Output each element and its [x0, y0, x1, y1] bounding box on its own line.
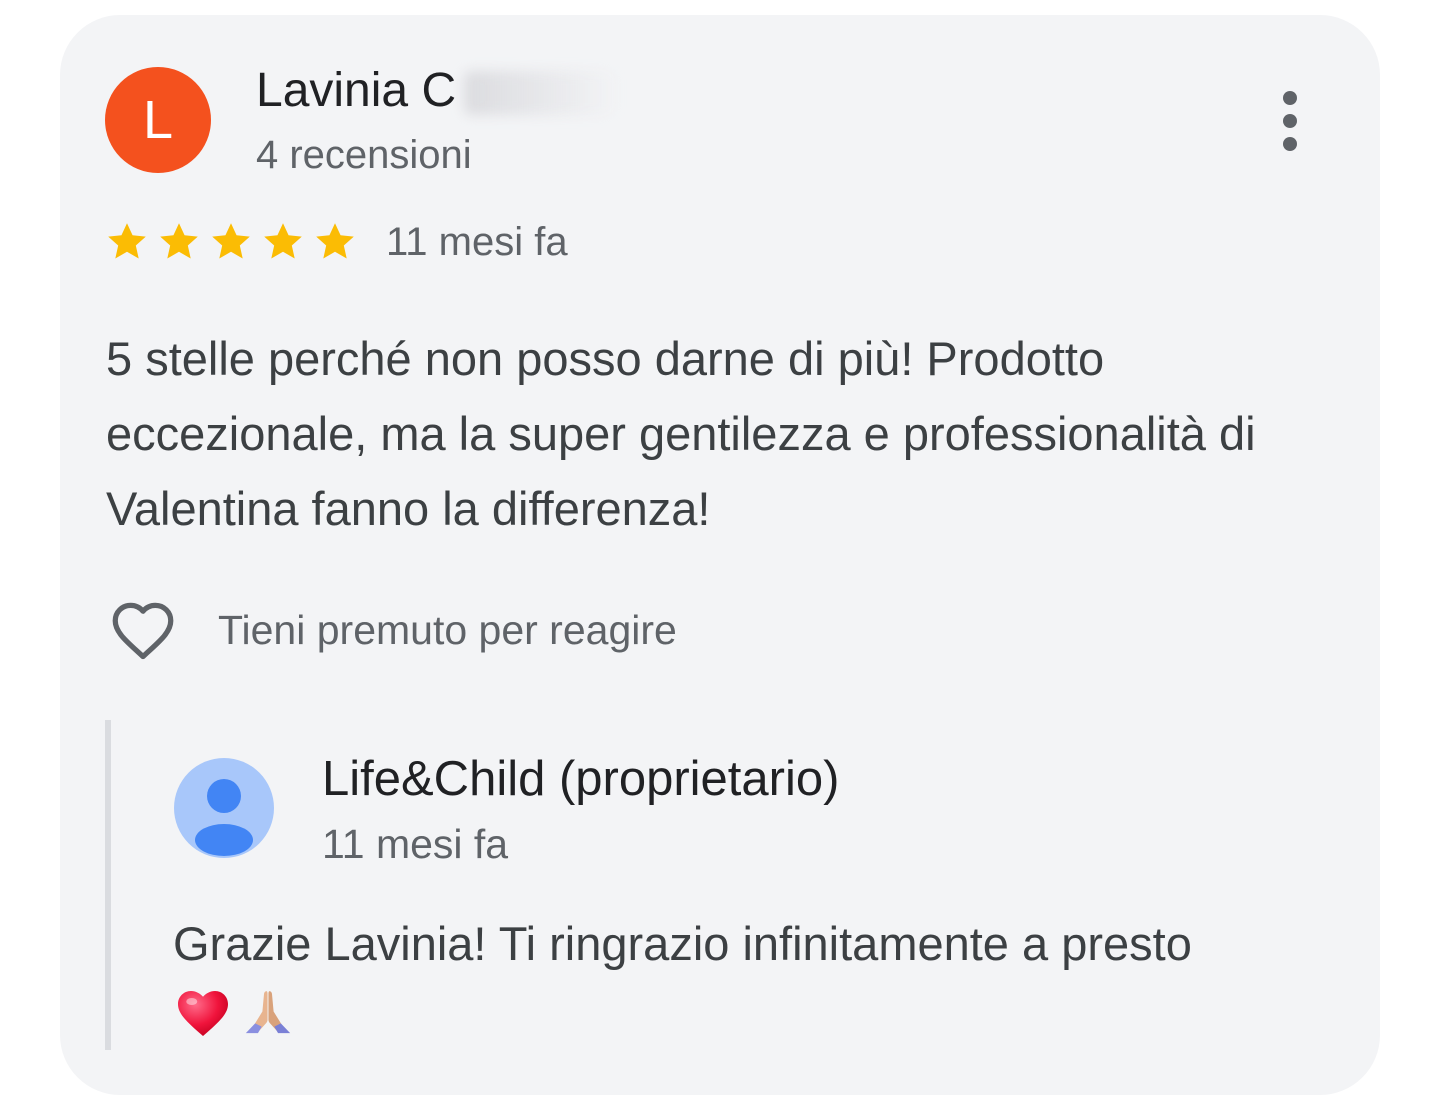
more-vert-icon-dot	[1283, 114, 1297, 128]
reviewer-name[interactable]: Lavinia C	[256, 63, 615, 118]
reviewer-initial: L	[142, 90, 174, 150]
reviewer-name-text: Lavinia C	[256, 64, 457, 117]
star-rating	[104, 219, 358, 265]
review-time: 11 mesi fa	[386, 219, 568, 264]
rating-row: 11 mesi fa	[104, 219, 568, 265]
reply-divider	[105, 720, 111, 1050]
react-button[interactable]: Tieni premuto per reagire	[104, 593, 677, 667]
owner-reply-time: 11 mesi fa	[322, 821, 509, 867]
star-icon	[160, 223, 198, 259]
star-icon	[316, 223, 354, 259]
owner-avatar[interactable]	[174, 758, 274, 858]
more-vert-icon-dot	[1283, 91, 1297, 105]
more-options-button[interactable]	[1268, 85, 1312, 157]
folded-hands-emoji-icon	[245, 991, 291, 1034]
red-heart-emoji-icon	[178, 991, 228, 1036]
review-card: L Lavinia C 4 recensioni 11 mesi fa 5 st…	[60, 15, 1380, 1095]
review-count: 4 recensioni	[256, 133, 472, 177]
react-hint: Tieni premuto per reagire	[218, 606, 677, 653]
star-icon	[108, 223, 146, 259]
star-icon	[264, 223, 302, 259]
owner-reply-text: Grazie Lavinia! Ti ringrazio infinitamen…	[173, 917, 1192, 970]
reply-emojis	[173, 983, 297, 1039]
owner-name: Life&Child (proprietario)	[322, 752, 840, 806]
person-icon	[195, 779, 253, 856]
redacted-surname	[464, 71, 615, 116]
review-text: 5 stelle perché non posso darne di più! …	[106, 332, 1256, 535]
star-icon	[212, 223, 250, 259]
heart-outline-icon	[112, 602, 174, 660]
reviewer-avatar[interactable]: L	[105, 67, 211, 173]
more-vert-icon-dot	[1283, 137, 1297, 151]
